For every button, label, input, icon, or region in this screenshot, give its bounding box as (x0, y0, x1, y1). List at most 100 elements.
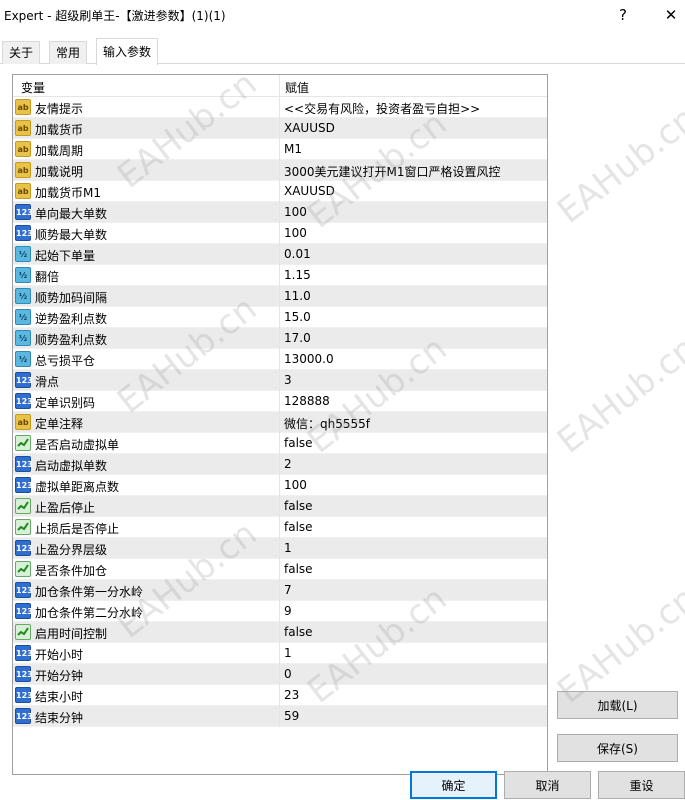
parameter-row[interactable]: ½ 逆势盈利点数 15.0 (13, 307, 547, 328)
string-type-icon: ab (15, 162, 31, 178)
parameter-value[interactable]: false (284, 499, 313, 513)
parameter-value[interactable]: XAUUSD (284, 121, 335, 135)
tab-common[interactable]: 常用 (49, 41, 88, 64)
parameter-value[interactable]: 59 (284, 709, 299, 723)
parameter-value[interactable]: 2 (284, 457, 292, 471)
parameter-row[interactable]: ab 定单注释 微信：qh5555f (13, 412, 547, 433)
parameter-name: 加仓条件第一分水岭 (35, 585, 144, 599)
parameter-value[interactable]: 17.0 (284, 331, 311, 345)
parameter-value[interactable]: <<交易有风险，投资者盈亏自担>> (284, 100, 480, 117)
integer-type-icon: 123 (15, 372, 33, 388)
parameter-value[interactable]: 13000.0 (284, 352, 334, 366)
save-button[interactable]: 保存(S) (557, 734, 678, 762)
integer-type-icon: 123 (15, 456, 33, 472)
parameter-value[interactable]: 7 (284, 583, 292, 597)
parameter-row[interactable]: 123 开始分钟 0 (13, 664, 547, 685)
tab-about[interactable]: 关于 (2, 41, 41, 64)
parameter-row[interactable]: 是否启动虚拟单 false (13, 433, 547, 454)
parameter-value[interactable]: 9 (284, 604, 292, 618)
parameter-value[interactable]: 100 (284, 226, 307, 240)
parameter-name: 单向最大单数 (35, 207, 108, 221)
cancel-button[interactable]: 取消 (504, 771, 591, 799)
integer-type-icon: 123 (15, 477, 33, 493)
close-button[interactable]: ✕ (648, 0, 685, 30)
parameter-row[interactable]: 123 结束分钟 59 (13, 706, 547, 727)
double-type-icon: ½ (15, 246, 31, 262)
parameter-row[interactable]: 123 止盈分界层级 1 (13, 538, 547, 559)
parameter-row[interactable]: 123 结束小时 23 (13, 685, 547, 706)
load-button[interactable]: 加载(L) (557, 691, 678, 719)
parameter-row[interactable]: 启用时间控制 false (13, 622, 547, 643)
parameter-value[interactable]: 0 (284, 667, 292, 681)
grid-header: 变量 赋值 (13, 75, 547, 97)
string-type-icon: ab (15, 414, 31, 430)
ok-button[interactable]: 确定 (410, 771, 497, 799)
parameter-row[interactable]: 123 单向最大单数 100 (13, 202, 547, 223)
parameter-row[interactable]: ab 加载周期 M1 (13, 139, 547, 160)
help-button[interactable]: ? (600, 0, 646, 30)
header-divider[interactable] (279, 75, 280, 97)
integer-type-icon: 123 (15, 204, 33, 220)
parameter-row[interactable]: ab 加载货币M1 XAUUSD (13, 181, 547, 202)
parameter-row[interactable]: 是否条件加仓 false (13, 559, 547, 580)
parameter-row[interactable]: 123 加仓条件第二分水岭 9 (13, 601, 547, 622)
parameter-value[interactable]: 100 (284, 478, 307, 492)
parameter-value[interactable]: 1 (284, 646, 292, 660)
parameter-value[interactable]: false (284, 625, 313, 639)
parameter-value[interactable]: 100 (284, 205, 307, 219)
parameter-row[interactable]: ab 加载货币 XAUUSD (13, 118, 547, 139)
parameter-row[interactable]: ½ 顺势盈利点数 17.0 (13, 328, 547, 349)
tab-inputs[interactable]: 输入参数 (96, 38, 159, 65)
string-type-icon: ab (15, 120, 31, 136)
parameter-row[interactable]: ab 友情提示 <<交易有风险，投资者盈亏自担>> (13, 97, 547, 118)
column-divider (279, 286, 280, 307)
parameters-grid: 变量 赋值 ab 友情提示 <<交易有风险，投资者盈亏自担>> ab 加载货币 XAUUS… (12, 74, 548, 775)
parameter-value[interactable]: 微信：qh5555f (284, 415, 370, 432)
parameter-row[interactable]: 123 启动虚拟单数 2 (13, 454, 547, 475)
parameter-row[interactable]: ab 加载说明 3000美元建议打开M1窗口严格设置风控 (13, 160, 547, 181)
parameter-row[interactable]: 123 定单识别码 128888 (13, 391, 547, 412)
parameter-value[interactable]: 3000美元建议打开M1窗口严格设置风控 (284, 163, 501, 180)
parameter-row[interactable]: 123 顺势最大单数 100 (13, 223, 547, 244)
parameter-row[interactable]: 123 虚拟单距离点数 100 (13, 475, 547, 496)
column-divider (279, 202, 280, 223)
parameter-value[interactable]: false (284, 562, 313, 576)
parameter-value[interactable]: 3 (284, 373, 292, 387)
column-header-variable[interactable]: 变量 (21, 79, 45, 96)
string-type-icon: ab (15, 99, 31, 115)
column-divider (279, 475, 280, 496)
parameter-name: 加载周期 (35, 144, 84, 158)
parameter-row[interactable]: ½ 总亏损平仓 13000.0 (13, 349, 547, 370)
parameter-value[interactable]: 15.0 (284, 310, 311, 324)
parameter-row[interactable]: 123 滑点 3 (13, 370, 547, 391)
window-title: Expert - 超级刷单王-【激进参数】(1)(1) (4, 9, 226, 23)
parameter-value[interactable]: false (284, 520, 313, 534)
parameter-row[interactable]: ½ 顺势加码间隔 11.0 (13, 286, 547, 307)
parameter-value[interactable]: 128888 (284, 394, 330, 408)
double-type-icon: ½ (15, 309, 31, 325)
column-header-value[interactable]: 赋值 (285, 79, 309, 96)
parameter-row[interactable]: 止盈后停止 false (13, 496, 547, 517)
parameter-name: 止盈分界层级 (35, 543, 108, 557)
column-divider (279, 580, 280, 601)
parameter-value[interactable]: 0.01 (284, 247, 311, 261)
parameter-row[interactable]: 123 加仓条件第一分水岭 7 (13, 580, 547, 601)
parameter-value[interactable]: false (284, 436, 313, 450)
parameter-value[interactable]: XAUUSD (284, 184, 335, 198)
bool-type-icon (15, 624, 31, 640)
parameter-value[interactable]: 1.15 (284, 268, 311, 282)
parameter-row[interactable]: ½ 翻倍 1.15 (13, 265, 547, 286)
parameter-row[interactable]: 止损后是否停止 false (13, 517, 547, 538)
parameter-value[interactable]: M1 (284, 142, 302, 156)
integer-type-icon: 123 (15, 393, 33, 409)
parameter-value[interactable]: 23 (284, 688, 299, 702)
parameter-name: 起始下单量 (35, 249, 96, 263)
reset-button[interactable]: 重设 (598, 771, 685, 799)
parameter-name: 启动虚拟单数 (35, 459, 108, 473)
parameter-name: 定单识别码 (35, 396, 96, 410)
parameter-row[interactable]: 123 开始小时 1 (13, 643, 547, 664)
parameter-row[interactable]: ½ 起始下单量 0.01 (13, 244, 547, 265)
parameter-value[interactable]: 1 (284, 541, 292, 555)
parameter-value[interactable]: 11.0 (284, 289, 311, 303)
column-divider (279, 433, 280, 454)
